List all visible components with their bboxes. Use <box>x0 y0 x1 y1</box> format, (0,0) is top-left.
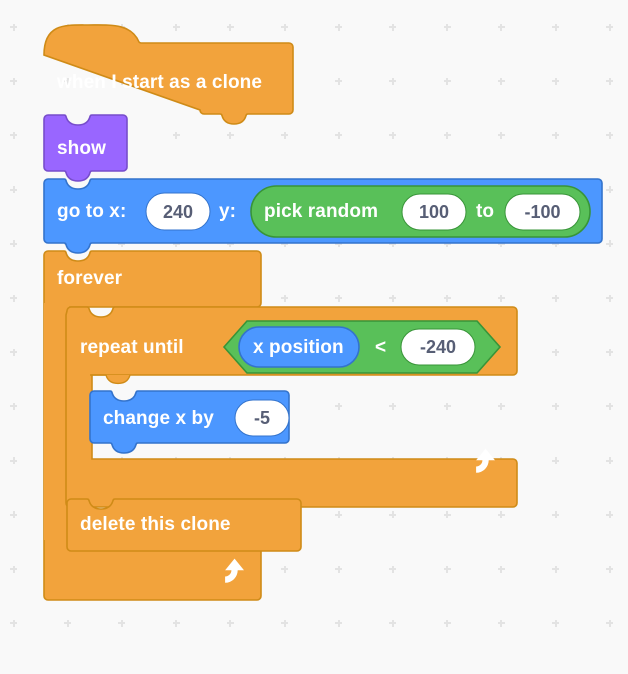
forever-left-spine <box>44 303 67 540</box>
go-to-xy-block[interactable] <box>44 179 600 243</box>
forever-block[interactable] <box>44 251 262 307</box>
repeat-until-block[interactable] <box>67 307 513 375</box>
show-block[interactable] <box>44 119 131 175</box>
delete-this-clone-block[interactable] <box>67 499 297 555</box>
scratch-workspace[interactable]: when I start as a clone show go to x: 24… <box>0 0 628 674</box>
change-x-by-block[interactable] <box>90 391 290 447</box>
repeat-until-mouth-notch <box>90 374 131 385</box>
when-i-start-as-a-clone-block[interactable] <box>44 25 294 119</box>
blocks-layer: when I start as a clone show go to x: 24… <box>0 0 628 674</box>
repeat-until-left-spine <box>67 375 90 459</box>
